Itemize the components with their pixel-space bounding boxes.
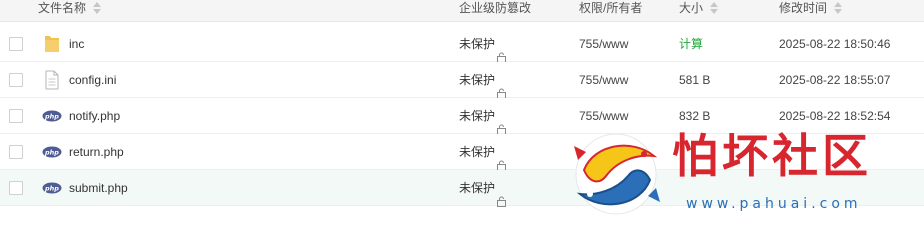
table-row[interactable]: inc 未保护 755/www 计算 2025-08-22 18:50:46 bbox=[0, 26, 924, 63]
permission-link[interactable]: 755/www bbox=[579, 62, 628, 98]
permission-link[interactable]: 755/www bbox=[579, 98, 628, 134]
protect-status[interactable]: 未保护 bbox=[459, 134, 507, 171]
lock-icon[interactable] bbox=[496, 185, 507, 207]
file-name-link[interactable]: inc bbox=[69, 26, 84, 62]
permission-link[interactable]: 755/www bbox=[579, 26, 628, 62]
lock-icon[interactable] bbox=[496, 77, 507, 99]
sort-icon[interactable] bbox=[709, 1, 719, 15]
file-name-link[interactable]: notify.php bbox=[69, 98, 120, 134]
protect-status[interactable]: 未保护 bbox=[459, 26, 507, 63]
header-protect: 企业级防篡改 bbox=[459, 0, 531, 22]
header-name-label: 文件名称 bbox=[38, 1, 87, 15]
header-mtime-label: 修改时间 bbox=[779, 1, 828, 15]
header-protect-label: 企业级防篡改 bbox=[459, 1, 532, 15]
protect-status[interactable]: 未保护 bbox=[459, 62, 507, 99]
protect-label: 未保护 bbox=[459, 73, 496, 87]
row-checkbox[interactable] bbox=[9, 37, 23, 51]
row-checkbox[interactable] bbox=[9, 181, 23, 195]
file-name-link[interactable]: return.php bbox=[69, 134, 124, 170]
table-header: 文件名称 企业级防篡改 权限/所有者 大小 修改时间 bbox=[0, 0, 924, 22]
row-checkbox[interactable] bbox=[9, 73, 23, 87]
php-icon: php bbox=[42, 106, 62, 126]
svg-text:php: php bbox=[44, 112, 59, 120]
protect-label: 未保护 bbox=[459, 109, 496, 123]
file-name-link[interactable]: config.ini bbox=[69, 62, 116, 98]
php-icon: php bbox=[42, 178, 62, 198]
folder-icon bbox=[42, 34, 62, 54]
modified-time: 2025-08-22 18:52:54 bbox=[779, 109, 891, 123]
file-size: 581 B bbox=[679, 73, 711, 87]
modified-time: 2025-08-22 18:50:46 bbox=[779, 37, 891, 51]
calculate-size-link[interactable]: 计算 bbox=[679, 26, 703, 62]
protect-label: 未保护 bbox=[459, 145, 496, 159]
row-checkbox[interactable] bbox=[9, 109, 23, 123]
lock-icon[interactable] bbox=[496, 149, 507, 171]
table-row[interactable]: config.ini 未保护 755/www 581 B 2025-08-22 … bbox=[0, 62, 924, 99]
table-row[interactable]: php return.php 未保护 bbox=[0, 134, 924, 171]
header-permission-label: 权限/所有者 bbox=[579, 1, 643, 15]
protect-status[interactable]: 未保护 bbox=[459, 170, 507, 207]
protect-status[interactable]: 未保护 bbox=[459, 98, 507, 135]
file-icon bbox=[42, 70, 62, 90]
lock-icon[interactable] bbox=[496, 41, 507, 63]
file-name-link[interactable]: submit.php bbox=[69, 170, 128, 206]
file-size: 832 B bbox=[679, 109, 711, 123]
sort-icon[interactable] bbox=[92, 1, 102, 15]
protect-label: 未保护 bbox=[459, 37, 496, 51]
row-checkbox[interactable] bbox=[9, 145, 23, 159]
php-icon: php bbox=[42, 142, 62, 162]
svg-text:php: php bbox=[44, 148, 59, 156]
modified-time: 2025-08-22 18:55:07 bbox=[779, 73, 891, 87]
lock-icon[interactable] bbox=[496, 113, 507, 135]
header-mtime[interactable]: 修改时间 bbox=[779, 0, 843, 22]
svg-text:php: php bbox=[44, 184, 59, 192]
protect-label: 未保护 bbox=[459, 181, 496, 195]
sort-icon[interactable] bbox=[833, 1, 843, 15]
table-row[interactable]: php submit.php 未保护 bbox=[0, 170, 924, 207]
header-size[interactable]: 大小 bbox=[679, 0, 719, 22]
table-row[interactable]: php notify.php 未保护 755/www 832 B 2025-08… bbox=[0, 98, 924, 135]
header-name[interactable]: 文件名称 bbox=[38, 0, 102, 22]
header-permission: 权限/所有者 bbox=[579, 0, 642, 22]
header-size-label: 大小 bbox=[679, 1, 704, 15]
